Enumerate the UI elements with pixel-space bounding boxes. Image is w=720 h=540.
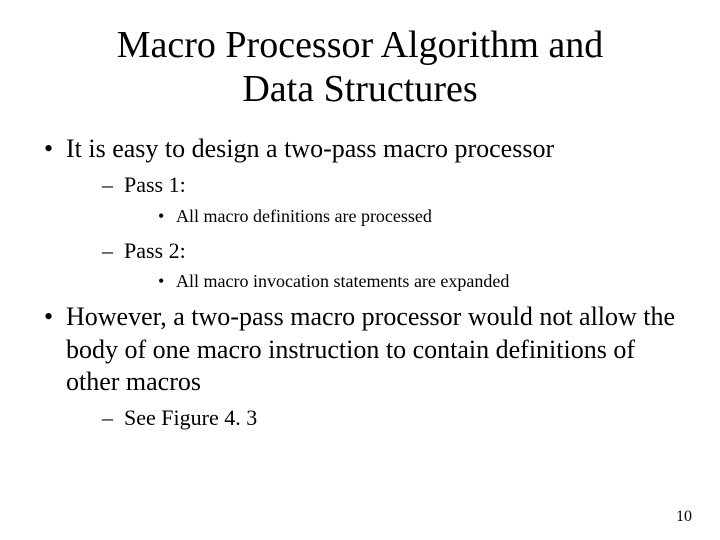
bullet-1-sub-1: Pass 1: All macro definitions are proces…: [102, 170, 680, 230]
page-number: 10: [676, 508, 692, 526]
bullet-2-sublist: See Figure 4. 3: [66, 403, 680, 434]
bullet-2-sub-1: See Figure 4. 3: [102, 403, 680, 434]
bullet-1-sub-1-text: Pass 1:: [124, 172, 186, 197]
bullet-list: It is easy to design a two-pass macro pr…: [40, 133, 680, 433]
bullet-2: However, a two-pass macro processor woul…: [40, 301, 680, 433]
title-line-2: Data Structures: [242, 68, 477, 110]
bullet-1-text: It is easy to design a two-pass macro pr…: [66, 134, 554, 163]
title-line-1: Macro Processor Algorithm and: [117, 24, 604, 66]
slide: Macro Processor Algorithm and Data Struc…: [0, 0, 720, 540]
bullet-1-sub-2: Pass 2: All macro invocation statements …: [102, 236, 680, 296]
bullet-1-sub-2-detail-list: All macro invocation statements are expa…: [124, 268, 680, 295]
bullet-1-sub-2-text: Pass 2:: [124, 238, 186, 263]
bullet-1: It is easy to design a two-pass macro pr…: [40, 133, 680, 295]
bullet-1-sublist: Pass 1: All macro definitions are proces…: [66, 170, 680, 296]
bullet-2-text: However, a two-pass macro processor woul…: [66, 302, 675, 396]
slide-title: Macro Processor Algorithm and Data Struc…: [40, 24, 680, 111]
bullet-1-sub-2-detail-1: All macro invocation statements are expa…: [158, 268, 680, 295]
bullet-1-sub-1-detail-1: All macro definitions are processed: [158, 203, 680, 230]
bullet-1-sub-1-detail-list: All macro definitions are processed: [124, 203, 680, 230]
